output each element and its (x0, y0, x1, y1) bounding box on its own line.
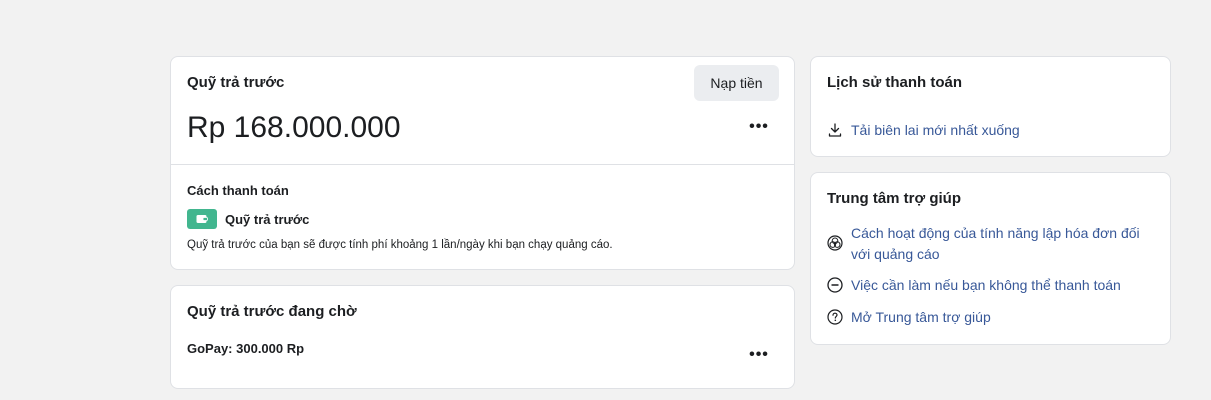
help-link-cant-pay[interactable]: Việc cần làm nếu bạn không thể thanh toá… (827, 275, 1121, 296)
minus-circle-icon (827, 277, 843, 293)
wallet-icon (187, 209, 217, 229)
prepaid-funds-card: Quỹ trả trước Nạp tiền Rp 168.000.000 ••… (170, 56, 795, 270)
help-link-billing-label: Cách hoạt động của tính năng lập hóa đơn… (851, 225, 1140, 262)
prepaid-more-button[interactable]: ••• (748, 118, 770, 135)
pending-prepaid-title: Quỹ trả trước đang chờ (187, 303, 357, 320)
circles-icon (827, 235, 843, 251)
payment-method-label: Quỹ trả trước (225, 211, 310, 227)
payment-history-card: Lịch sử thanh toán Tải biên lai mới nhất… (810, 56, 1171, 157)
help-link-open-center-label: Mở Trung tâm trợ giúp (851, 309, 991, 325)
download-receipt-label: Tải biên lai mới nhất xuống (851, 122, 1020, 138)
download-receipt-link[interactable]: Tải biên lai mới nhất xuống (827, 120, 1020, 141)
payment-method-title: Cách thanh toán (187, 183, 289, 198)
download-icon (828, 123, 842, 137)
help-link-billing[interactable]: Cách hoạt động của tính năng lập hóa đơn… (827, 223, 1147, 265)
prepaid-funds-title: Quỹ trả trước (187, 74, 285, 91)
help-link-cant-pay-label: Việc cần làm nếu bạn không thể thanh toá… (851, 277, 1121, 293)
help-link-open-center[interactable]: Mở Trung tâm trợ giúp (827, 307, 991, 328)
payment-method-row: Quỹ trả trước (187, 209, 309, 229)
card-divider (171, 164, 794, 165)
pending-more-button[interactable]: ••• (748, 346, 770, 363)
payment-history-title: Lịch sử thanh toán (827, 74, 963, 91)
pending-prepaid-card: Quỹ trả trước đang chờ GoPay: 300.000 Rp… (170, 285, 795, 389)
prepaid-note: Quỹ trả trước của bạn sẽ được tính phí k… (187, 239, 613, 251)
pending-item: GoPay: 300.000 Rp (187, 341, 305, 356)
add-funds-button[interactable]: Nạp tiền (694, 65, 779, 101)
help-center-card: Trung tâm trợ giúp Cách hoạt động của tí… (810, 172, 1171, 345)
help-center-title: Trung tâm trợ giúp (827, 190, 961, 207)
question-circle-icon (827, 309, 843, 325)
prepaid-balance: Rp 168.000.000 (187, 111, 401, 144)
